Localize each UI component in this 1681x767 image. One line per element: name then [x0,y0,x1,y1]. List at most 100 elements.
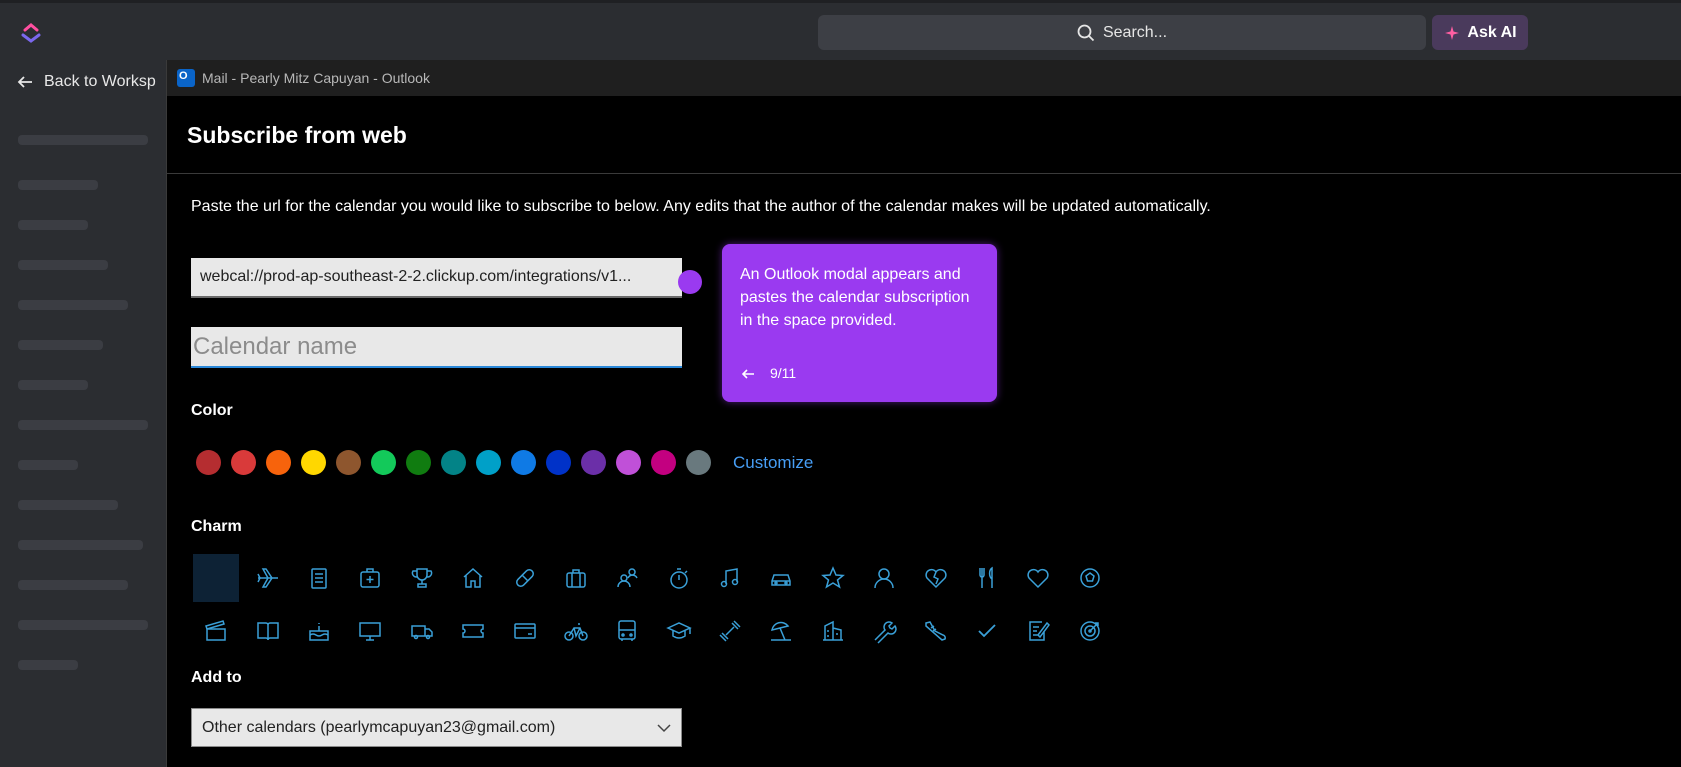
color-swatch[interactable] [406,450,431,475]
charm-music-icon[interactable] [707,554,753,602]
charm-dining-icon[interactable] [964,554,1010,602]
add-to-dropdown[interactable]: Other calendars (pearlymcapuyan23@gmail.… [191,708,682,747]
app-topbar: Search... Ask AI [0,0,1681,55]
charm-home-icon[interactable] [450,554,496,602]
color-swatch[interactable] [651,450,676,475]
color-swatch[interactable] [441,450,466,475]
calendar-url-value: webcal://prod-ap-southeast-2-2.clickup.c… [200,268,632,285]
charm-heart-icon[interactable] [1015,554,1061,602]
color-swatch[interactable] [511,450,536,475]
color-swatch[interactable] [371,450,396,475]
tooltip-text: An Outlook modal appears and pastes the … [740,266,970,329]
charm-car-icon[interactable] [758,554,804,602]
color-swatch[interactable] [266,450,291,475]
charm-dumbbell-icon[interactable] [707,607,753,655]
charm-heart-broken-icon[interactable] [912,554,958,602]
charm-clipboard-icon[interactable] [296,554,342,602]
sidebar-placeholder [18,420,148,430]
charm-medkit-icon[interactable] [347,554,393,602]
search-placeholder: Search... [1102,23,1168,41]
tooltip-nav: 9/11 [740,362,796,385]
sidebar-placeholder [18,580,128,590]
search-bar[interactable]: Search... [818,15,1426,50]
sparkle-icon [1445,25,1460,40]
arrow-left-icon [17,76,32,88]
sidebar-placeholder [18,500,118,510]
charm-trophy-icon[interactable] [399,554,445,602]
arrow-left-icon[interactable] [740,366,756,382]
sidebar-placeholder [18,300,128,310]
sidebar-placeholder [18,260,108,270]
color-swatch[interactable] [686,450,711,475]
charm-stopwatch-icon[interactable] [656,554,702,602]
charm-pill-icon[interactable] [501,554,547,602]
charm-credit-card-icon[interactable] [501,607,547,655]
window-title: Mail - Pearly Mitz Capuyan - Outlook [202,70,430,86]
charm-none[interactable] [193,554,240,602]
dialog-description: Paste the url for the calendar you would… [191,198,1211,215]
color-swatch[interactable] [476,450,501,475]
search-icon [1077,24,1095,41]
color-swatch[interactable] [231,450,256,475]
charm-graduation-cap-icon[interactable] [656,607,702,655]
color-label: Color [191,402,233,419]
charm-picker [193,554,1113,660]
sidebar-placeholder [18,340,103,350]
add-to-label: Add to [191,669,242,686]
tour-hotspot-dot[interactable] [678,270,702,294]
color-swatch[interactable] [336,450,361,475]
charm-wrench-icon[interactable] [861,607,907,655]
charm-clapperboard-icon[interactable] [193,607,239,655]
color-swatch[interactable] [196,450,221,475]
charm-checkmark-icon[interactable] [964,607,1010,655]
calendar-name-input[interactable]: Calendar name [191,327,682,368]
dialog-heading: Subscribe from web [187,122,407,148]
color-picker: Customize [196,450,813,475]
charm-notepad-icon[interactable] [1015,607,1061,655]
charm-target-icon[interactable] [1067,607,1113,655]
charm-people-icon[interactable] [604,554,650,602]
chevron-down-icon [657,724,671,733]
charm-ticket-icon[interactable] [450,607,496,655]
window-titlebar: Mail - Pearly Mitz Capuyan - Outlook [167,60,1681,96]
sidebar-placeholder [18,660,78,670]
sidebar-placeholder [18,180,98,190]
sidebar-placeholder [18,620,148,630]
sidebar-placeholder [18,540,143,550]
ask-ai-button[interactable]: Ask AI [1432,15,1528,50]
charm-building-icon[interactable] [810,607,856,655]
charm-person-icon[interactable] [861,554,907,602]
charm-cake-icon[interactable] [296,607,342,655]
sidebar-placeholder [18,460,78,470]
calendar-url-input[interactable]: webcal://prod-ap-southeast-2-2.clickup.c… [191,258,682,298]
charm-book-icon[interactable] [244,607,290,655]
charm-monitor-icon[interactable] [347,607,393,655]
charm-sneaker-icon[interactable] [912,607,958,655]
charm-airplane-icon[interactable] [244,554,290,602]
sidebar-placeholder [18,220,88,230]
color-swatch[interactable] [581,450,606,475]
clickup-logo-icon[interactable] [20,21,42,43]
add-to-value: Other calendars (pearlymcapuyan23@gmail.… [202,718,556,736]
back-to-workspace-link[interactable]: Back to Worksp [16,73,156,91]
ask-ai-label: Ask AI [1467,23,1517,41]
charm-beach-icon[interactable] [758,607,804,655]
sidebar: Back to Worksp [0,55,166,767]
charm-soccer-icon[interactable] [1067,554,1113,602]
color-swatch[interactable] [546,450,571,475]
charm-bicycle-icon[interactable] [553,607,599,655]
customize-color-link[interactable]: Customize [733,453,813,473]
color-swatch[interactable] [616,450,641,475]
sidebar-placeholder [18,380,88,390]
calendar-name-placeholder: Calendar name [193,332,358,360]
charm-briefcase-icon[interactable] [553,554,599,602]
charm-truck-icon[interactable] [399,607,445,655]
outlook-window: Mail - Pearly Mitz Capuyan - Outlook Sub… [166,60,1681,767]
charm-label: Charm [191,518,242,535]
heading-divider [167,173,1681,174]
outlook-icon [177,69,195,87]
charm-star-icon[interactable] [810,554,856,602]
charm-bus-icon[interactable] [604,607,650,655]
color-swatch[interactable] [301,450,326,475]
tour-tooltip: An Outlook modal appears and pastes the … [722,244,997,402]
